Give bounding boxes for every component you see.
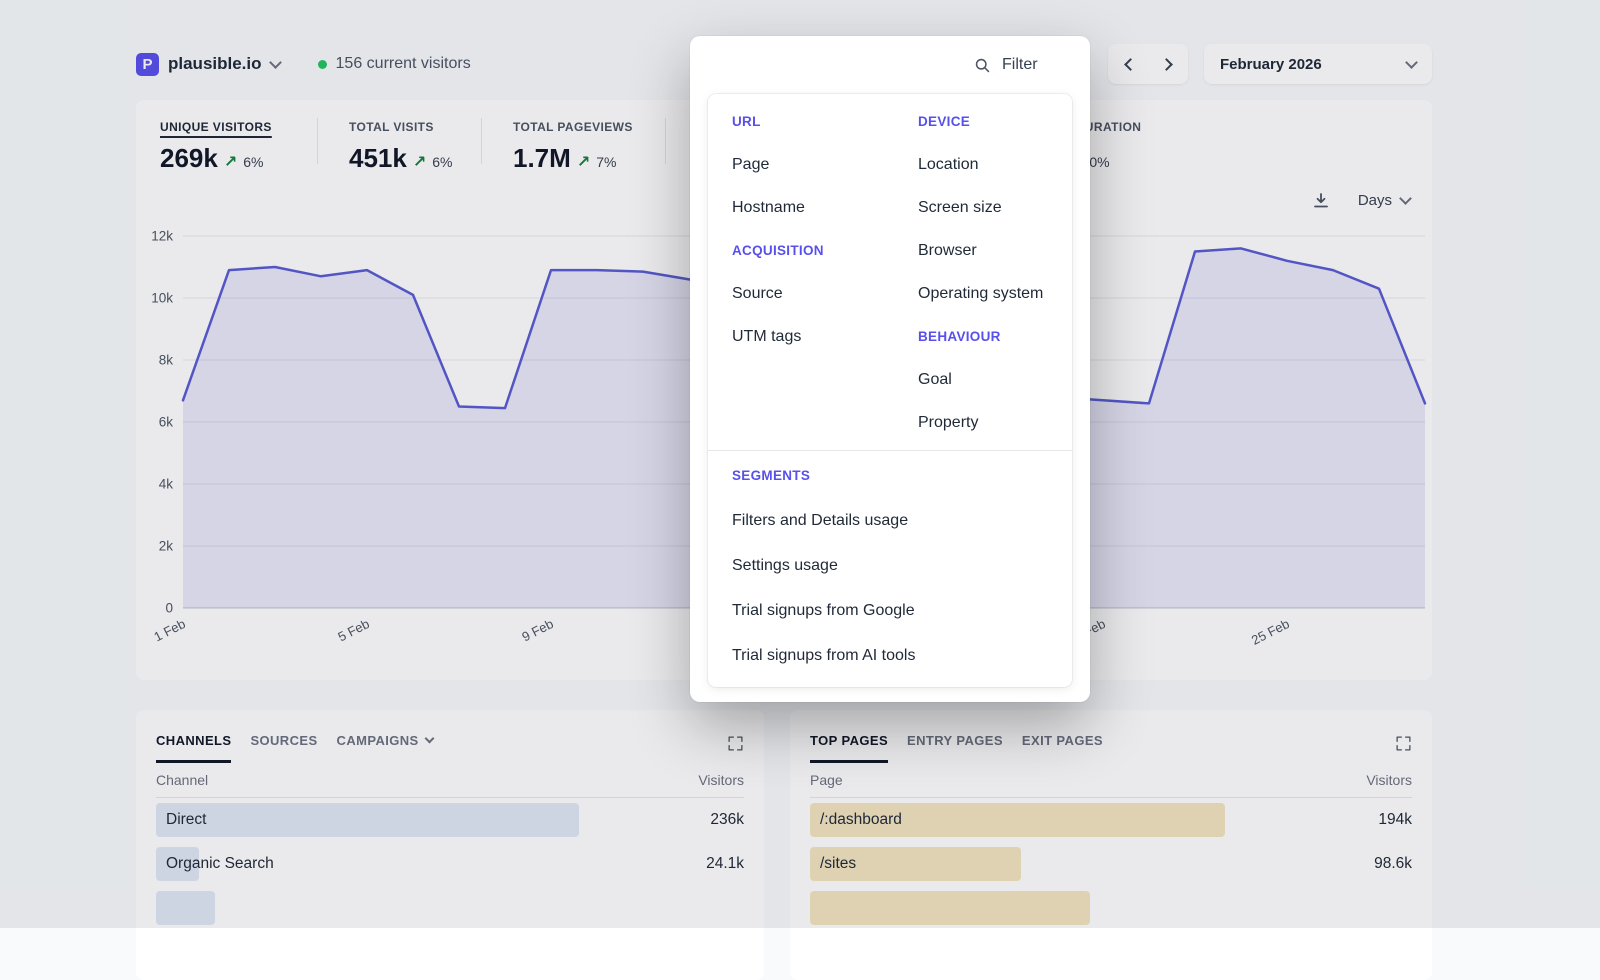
filter-option-utm-tags[interactable]: UTM tags (732, 315, 918, 358)
segment-trial-signups-from-google[interactable]: Trial signups from Google (732, 588, 1048, 633)
segments-title: SEGMENTS (732, 453, 1048, 498)
filter-option-hostname[interactable]: Hostname (732, 186, 918, 229)
filter-option-browser[interactable]: Browser (918, 229, 1072, 272)
segment-filters-and-details-usage[interactable]: Filters and Details usage (732, 498, 1048, 543)
filter-option-page[interactable]: Page (732, 143, 918, 186)
filter-group-title-url: URL (732, 100, 918, 143)
filter-column-left: URL Page Hostname ACQUISITION Source UTM… (732, 100, 918, 444)
filter-group-title-device: DEVICE (918, 100, 1072, 143)
filter-option-location[interactable]: Location (918, 143, 1072, 186)
filter-search-input[interactable] (1000, 55, 1066, 75)
filter-option-goal[interactable]: Goal (918, 358, 1072, 401)
search-icon (974, 57, 991, 74)
filter-search[interactable] (974, 55, 1066, 75)
filter-option-source[interactable]: Source (732, 272, 918, 315)
segments-section: SEGMENTS Filters and Details usage Setti… (708, 450, 1072, 678)
filter-column-right: DEVICE Location Screen size Browser Oper… (918, 100, 1072, 444)
filter-modal: URL Page Hostname ACQUISITION Source UTM… (690, 36, 1090, 702)
filter-option-screen-size[interactable]: Screen size (918, 186, 1072, 229)
segment-trial-signups-from-ai-tools[interactable]: Trial signups from AI tools (732, 633, 1048, 678)
filter-group-title-acquisition: ACQUISITION (732, 229, 918, 272)
filter-group-title-behaviour: BEHAVIOUR (918, 315, 1072, 358)
filter-modal-body: URL Page Hostname ACQUISITION Source UTM… (708, 94, 1072, 687)
segment-settings-usage[interactable]: Settings usage (732, 543, 1048, 588)
filter-option-property[interactable]: Property (918, 401, 1072, 444)
filter-option-operating-system[interactable]: Operating system (918, 272, 1072, 315)
filter-modal-header (690, 36, 1090, 94)
